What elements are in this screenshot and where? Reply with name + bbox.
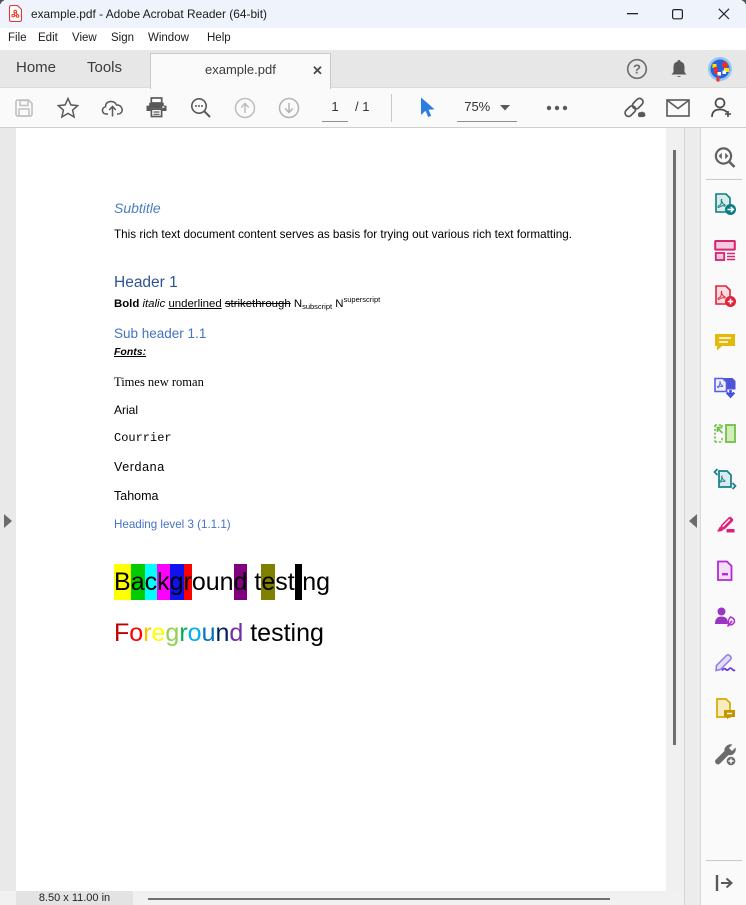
svg-text:?: ? (633, 62, 641, 77)
